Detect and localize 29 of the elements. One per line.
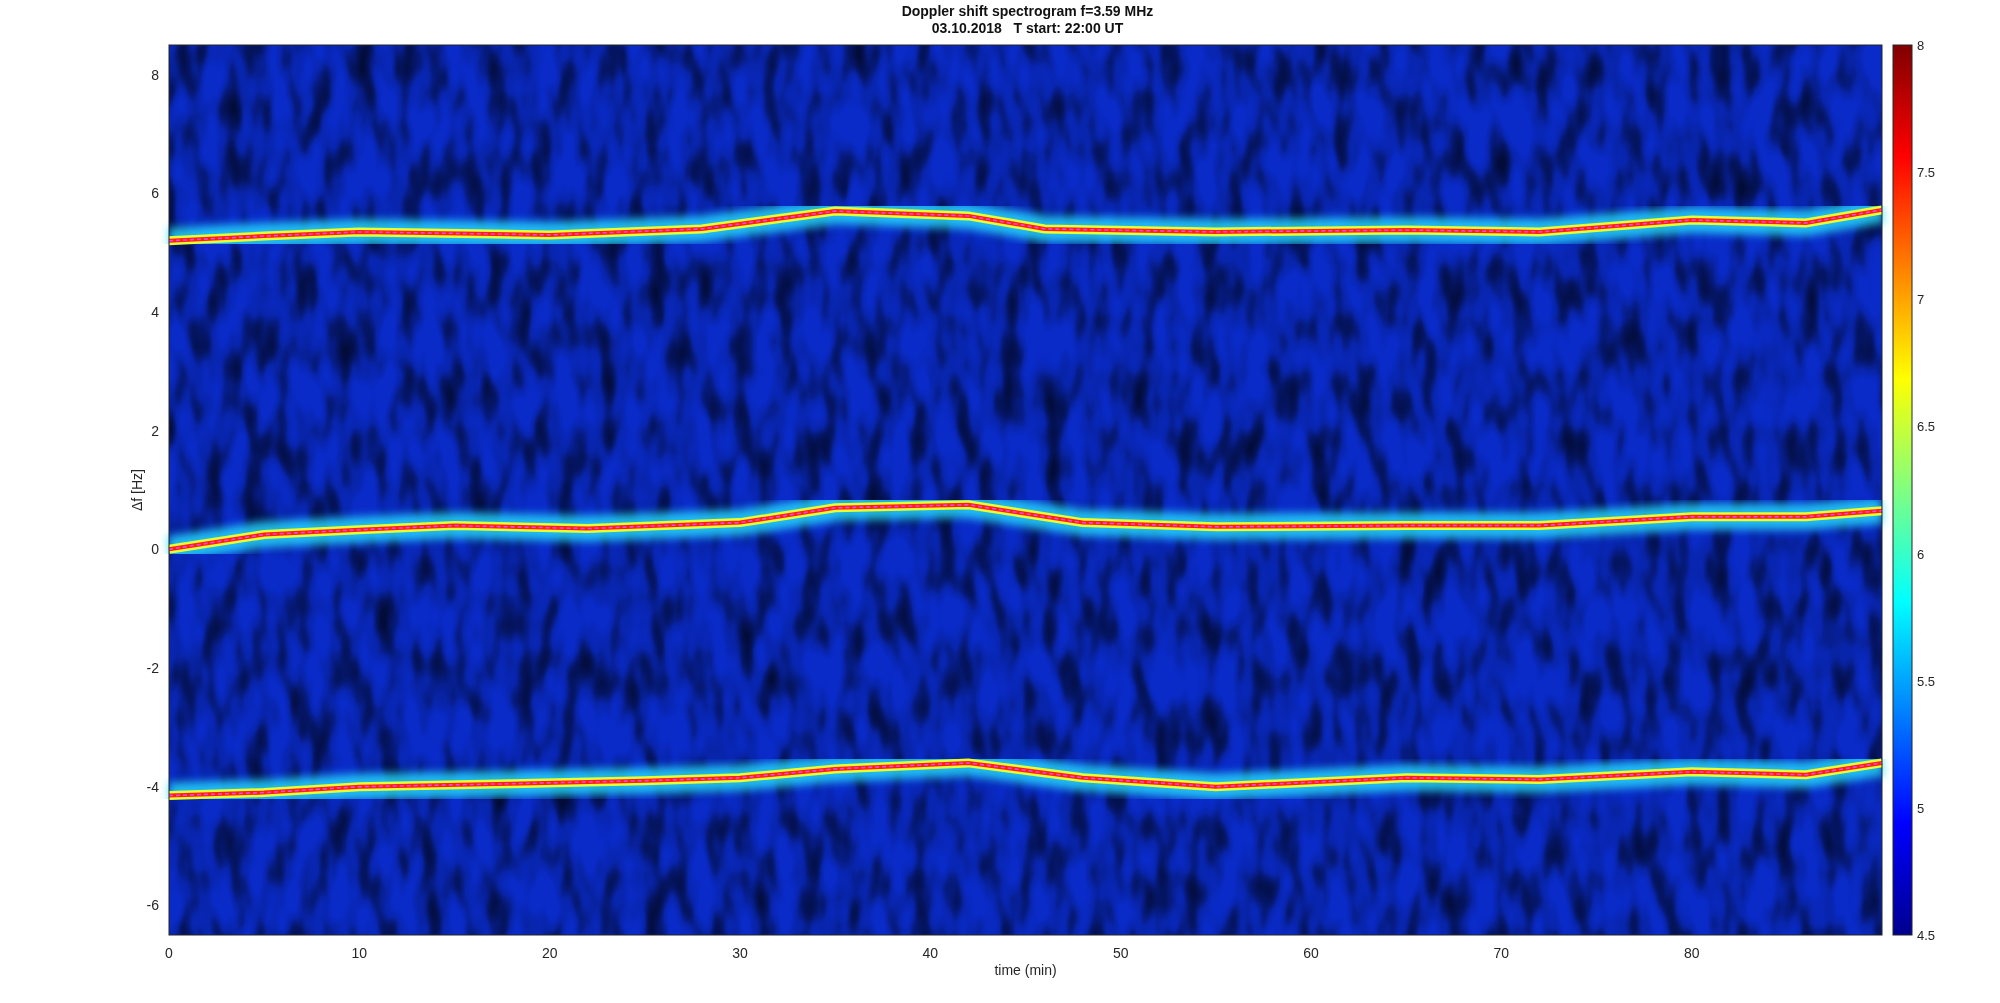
- colorbar-tick-label: 7.5: [1917, 165, 1936, 181]
- x-tick-label: 0: [165, 945, 173, 961]
- y-axis-label: Δf [Hz]: [129, 469, 145, 511]
- x-tick-label: 20: [541, 945, 558, 961]
- chart-subtitle: 03.10.2018 T start: 22:00 UT: [931, 20, 1124, 37]
- x-tick-label: 30: [732, 945, 748, 961]
- y-tick-label: 2: [151, 422, 159, 439]
- y-tick-label: -6: [146, 897, 159, 914]
- x-tick-label: 40: [922, 945, 939, 961]
- colorbar-tick-label: 8: [1917, 38, 1925, 53]
- colorbar-tick-label: 4.5: [1917, 928, 1936, 943]
- y-tick-label: -2: [146, 660, 159, 676]
- colorbar-tick-label: 6.5: [1917, 419, 1936, 435]
- x-tick-label: 80: [1683, 945, 1700, 961]
- colorbar-tick-label: 7: [1917, 292, 1925, 308]
- y-tick-label: 6: [151, 185, 159, 202]
- y-tick-label: 4: [151, 304, 159, 320]
- x-tick-label: 60: [1303, 945, 1319, 961]
- y-tick-label: 0: [151, 541, 159, 558]
- chart-title: Doppler shift spectrogram f=3.59 MHz: [901, 3, 1154, 20]
- x-tick-label: 50: [1112, 945, 1129, 961]
- colorbar-tick-label: 5.5: [1917, 673, 1936, 689]
- colorbar-tick-label: 6: [1917, 546, 1925, 562]
- y-tick-label: 8: [151, 66, 159, 83]
- colorbar-tick-label: 5: [1917, 800, 1925, 816]
- x-tick-label: 70: [1493, 945, 1510, 961]
- x-tick-label: 10: [351, 945, 368, 961]
- y-tick-label: -4: [146, 778, 159, 795]
- x-axis-label: time (min): [994, 962, 1057, 978]
